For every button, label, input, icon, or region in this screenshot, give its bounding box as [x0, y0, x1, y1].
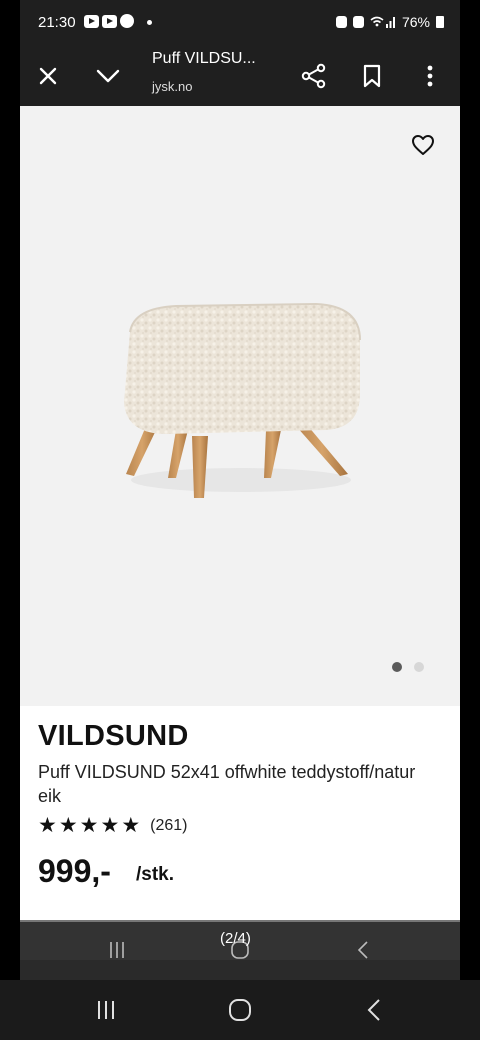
web-content: VILDSUND Puff VILDSUND 52x41 offwhite te…	[20, 106, 460, 920]
home-button[interactable]	[220, 994, 260, 1026]
recents-icon	[110, 942, 124, 958]
gallery-dot[interactable]	[414, 662, 424, 672]
price-unit: /stk.	[136, 864, 175, 885]
chevron-down-icon	[96, 69, 120, 83]
star-icon: ★	[121, 814, 141, 837]
back-icon	[367, 999, 380, 1021]
pinterest-icon	[120, 14, 134, 28]
back-icon	[357, 941, 368, 959]
wifi-signal-icon	[370, 16, 395, 28]
phone-screen: 21:30 76% Puff VILDSU... jysk.no VILDSUN…	[0, 0, 480, 1040]
star-icon: ★	[38, 814, 57, 837]
heart-icon	[412, 135, 434, 155]
close-button[interactable]	[28, 56, 68, 96]
star-icon: ★	[100, 814, 120, 837]
bookmark-button[interactable]	[352, 56, 392, 96]
favorite-button[interactable]	[406, 130, 440, 160]
product-rating[interactable]: ★ ★ ★ ★ ★ (261)	[38, 814, 188, 837]
sim-icon	[335, 16, 347, 28]
custom-tab-toolbar: Puff VILDSU... jysk.no	[20, 46, 460, 106]
status-time: 21:30	[38, 14, 76, 31]
star-icon: ★	[79, 814, 99, 837]
product-brand: VILDSUND	[38, 720, 189, 752]
page-title: Puff VILDSU...	[152, 50, 256, 67]
alarm-icon	[352, 16, 364, 28]
youtube-icon	[84, 14, 99, 28]
more-notifications-dot	[147, 20, 152, 25]
gallery-pagination	[392, 662, 424, 672]
recents-button[interactable]	[86, 994, 126, 1026]
bookmark-icon	[363, 64, 381, 88]
share-button[interactable]	[294, 56, 334, 96]
battery-percent: 76%	[401, 14, 430, 30]
page-indicator-bottom	[20, 960, 460, 980]
product-info: VILDSUND Puff VILDSUND 52x41 offwhite te…	[20, 706, 460, 920]
page-indicator-bar: (2/4)	[20, 920, 460, 980]
status-bar: 21:30 76%	[20, 0, 460, 46]
notification-icons	[84, 14, 134, 28]
gallery-dot-active[interactable]	[392, 662, 402, 672]
page-url: jysk.no	[152, 79, 193, 94]
product-price: 999,-	[38, 853, 111, 889]
star-icon: ★	[58, 814, 78, 837]
status-icons: 76%	[335, 14, 444, 30]
home-icon	[229, 999, 251, 1021]
recents-icon	[98, 1001, 114, 1019]
close-icon	[39, 67, 57, 85]
product-gallery[interactable]	[20, 106, 460, 706]
battery-icon	[436, 16, 444, 28]
back-button[interactable]	[354, 994, 394, 1026]
page-counter: (2/4)	[220, 930, 251, 947]
youtube-icon	[102, 14, 117, 28]
product-description: Puff VILDSUND 52x41 offwhite teddystoff/…	[38, 762, 416, 806]
minimize-button[interactable]	[88, 56, 128, 96]
system-navigation-bar	[0, 980, 480, 1040]
more-options-button[interactable]	[410, 56, 450, 96]
share-icon	[301, 63, 326, 89]
product-image[interactable]	[116, 302, 366, 502]
more-vert-icon	[427, 65, 433, 87]
rating-count: (261)	[150, 817, 188, 834]
